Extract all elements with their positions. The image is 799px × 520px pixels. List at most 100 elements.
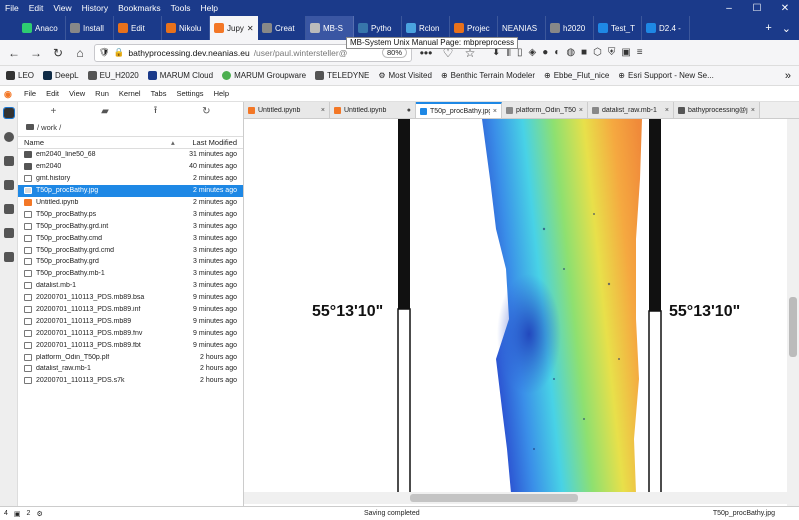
bookmark[interactable]: ⚙ Most Visited: [378, 71, 432, 80]
scrollbar-thumb[interactable]: [410, 494, 578, 502]
jmenu-kernel[interactable]: Kernel: [119, 89, 141, 98]
file-row[interactable]: T50p_procBathy.cmd 3 minutes ago: [18, 232, 243, 244]
document-tab[interactable]: datalist_raw.mb-1 ×: [588, 102, 674, 118]
forward-icon[interactable]: →: [28, 45, 44, 61]
document-tab[interactable]: platform_Odin_T50p.p×: [502, 102, 588, 118]
bookmark[interactable]: MARUM Groupware: [222, 71, 306, 80]
menu-bookmarks[interactable]: Bookmarks: [113, 3, 166, 13]
column-modified-header[interactable]: Last Modified: [181, 138, 243, 147]
browser-tab[interactable]: Install: [66, 16, 114, 40]
bookmark[interactable]: ⊕ Ebbe_Flut_nice: [544, 71, 609, 80]
close-tab-icon[interactable]: ×: [493, 108, 497, 115]
browser-tab[interactable]: D2.4 -: [642, 16, 690, 40]
extension-icon[interactable]: ◐: [554, 47, 560, 58]
menu-edit[interactable]: Edit: [24, 3, 49, 13]
terminal-count[interactable]: 2: [27, 510, 31, 518]
browser-tab[interactable]: Anaco: [18, 16, 66, 40]
browser-tab[interactable]: Creat: [258, 16, 306, 40]
bookmark[interactable]: ⊕ Esri Support - New Se...: [618, 71, 714, 80]
extension-icon[interactable]: ▣: [621, 47, 630, 58]
file-row[interactable]: 20200701_110113_PDS.mb89 9 minutes ago: [18, 315, 243, 327]
close-tab-icon[interactable]: ×: [665, 107, 669, 114]
extension-icon[interactable]: ⛨: [608, 47, 616, 58]
file-row[interactable]: platform_Odin_T50p.plf 2 hours ago: [18, 351, 243, 363]
list-all-tabs-icon[interactable]: ⌄: [782, 22, 791, 35]
close-tab-icon[interactable]: ×: [321, 107, 325, 114]
minimize-icon[interactable]: –: [715, 3, 743, 14]
bookmark[interactable]: LEO: [6, 71, 34, 80]
close-tab-icon[interactable]: ×: [579, 107, 583, 114]
bookmark[interactable]: MARUM Cloud: [147, 71, 213, 80]
folder-row[interactable]: em2040 40 minutes ago: [18, 161, 243, 173]
upload-icon[interactable]: ⭱: [154, 103, 158, 120]
jmenu-tabs[interactable]: Tabs: [151, 89, 167, 98]
jmenu-help[interactable]: Help: [214, 89, 229, 98]
commands-icon[interactable]: [3, 180, 14, 190]
file-row[interactable]: T50p_procBathy.grd.int 3 minutes ago: [18, 220, 243, 232]
refresh-icon[interactable]: ↻: [202, 106, 210, 117]
new-tab-icon[interactable]: +: [765, 22, 771, 34]
file-row[interactable]: 20200701_110113_PDS.mb89.inf 9 minutes ag…: [18, 304, 243, 316]
file-row[interactable]: Untitled.ipynb 2 minutes ago: [18, 197, 243, 209]
hamburger-menu-icon[interactable]: ≡: [637, 47, 643, 58]
jmenu-settings[interactable]: Settings: [176, 89, 203, 98]
file-row[interactable]: T50p_procBathy.ps 3 minutes ago: [18, 208, 243, 220]
browser-tab[interactable]: Test_T: [594, 16, 642, 40]
document-tab[interactable]: Untitled.ipynb ●: [330, 102, 416, 118]
horizontal-scrollbar[interactable]: [244, 492, 787, 504]
browser-tab[interactable]: Edit: [114, 16, 162, 40]
maximize-icon[interactable]: ☐: [743, 3, 771, 14]
menu-view[interactable]: View: [48, 3, 76, 13]
menu-file[interactable]: File: [0, 3, 24, 13]
extension-icon[interactable]: ◈: [529, 47, 537, 58]
file-row[interactable]: T50p_procBathy.grd 3 minutes ago: [18, 256, 243, 268]
file-browser-icon[interactable]: [2, 107, 15, 119]
unsaved-indicator-icon[interactable]: ●: [407, 107, 411, 114]
close-tab-icon[interactable]: ×: [751, 107, 755, 114]
breadcrumb[interactable]: / work /: [18, 120, 243, 134]
document-tab[interactable]: Untitled.ipynb ×: [244, 102, 330, 118]
property-inspector-icon[interactable]: [3, 204, 14, 214]
close-window-icon[interactable]: ✕: [771, 3, 799, 14]
document-tab[interactable]: bathyprocessing@jup×: [674, 102, 760, 118]
new-folder-icon[interactable]: ▰: [101, 106, 109, 117]
more-bookmarks-icon[interactable]: »: [785, 70, 799, 82]
file-row[interactable]: T50p_procBathy.jpg 2 minutes ago: [18, 184, 243, 197]
home-icon[interactable]: ⌂: [72, 45, 88, 61]
sessions-icon[interactable]: ⚙: [36, 510, 42, 518]
browser-tab[interactable]: h2020: [546, 16, 594, 40]
file-row[interactable]: 20200701_110113_PDS.s7k 2 hours ago: [18, 375, 243, 387]
file-row[interactable]: 20200701_110113_PDS.mb89.bsa 9 minutes ag…: [18, 292, 243, 304]
running-sessions-icon[interactable]: [3, 132, 14, 142]
tabs-list-icon[interactable]: [3, 228, 14, 238]
file-row[interactable]: datalist.mb-1 3 minutes ago: [18, 280, 243, 292]
vertical-scrollbar[interactable]: [787, 119, 799, 506]
back-icon[interactable]: ←: [6, 45, 22, 61]
scrollbar-thumb[interactable]: [789, 297, 797, 357]
jmenu-edit[interactable]: Edit: [46, 89, 59, 98]
bookmark-folder[interactable]: EU_H2020: [87, 71, 139, 80]
menu-tools[interactable]: Tools: [166, 3, 196, 13]
shield-icon[interactable]: 🛡: [99, 47, 110, 58]
folder-row[interactable]: em2040_line50_68 31 minutes ago: [18, 149, 243, 161]
menu-history[interactable]: History: [77, 3, 113, 13]
file-row[interactable]: 20200701_110113_PDS.mb89.fbt 9 minutes ag…: [18, 339, 243, 351]
image-viewer[interactable]: 55°13'10" 55°13'10": [244, 119, 787, 506]
kernel-count[interactable]: 4: [4, 510, 8, 518]
reload-icon[interactable]: ↻: [50, 45, 66, 61]
extension-icon[interactable]: ■: [581, 47, 587, 58]
file-row[interactable]: gmt.history 2 minutes ago: [18, 173, 243, 185]
browser-tab[interactable]: Nikolu: [162, 16, 210, 40]
file-row[interactable]: T50p_procBathy.grd.cmd 3 minutes ago: [18, 244, 243, 256]
close-tab-icon[interactable]: ✕: [247, 24, 254, 33]
extension-icon[interactable]: ◍: [566, 47, 575, 58]
document-tab-active[interactable]: T50p_procBathy.jpg ×: [416, 102, 502, 118]
file-row[interactable]: datalist_raw.mb-1 2 hours ago: [18, 363, 243, 375]
bookmark[interactable]: ⊕ Benthic Terrain Modeler: [441, 71, 535, 80]
git-icon[interactable]: [3, 156, 14, 166]
new-launcher-icon[interactable]: +: [50, 106, 56, 117]
jmenu-file[interactable]: File: [24, 89, 36, 98]
lock-icon[interactable]: 🔒: [114, 47, 125, 58]
extension-icon[interactable]: ⬡: [593, 47, 602, 58]
file-row[interactable]: 20200701_110113_PDS.mb89.fnv 9 minutes ag…: [18, 327, 243, 339]
